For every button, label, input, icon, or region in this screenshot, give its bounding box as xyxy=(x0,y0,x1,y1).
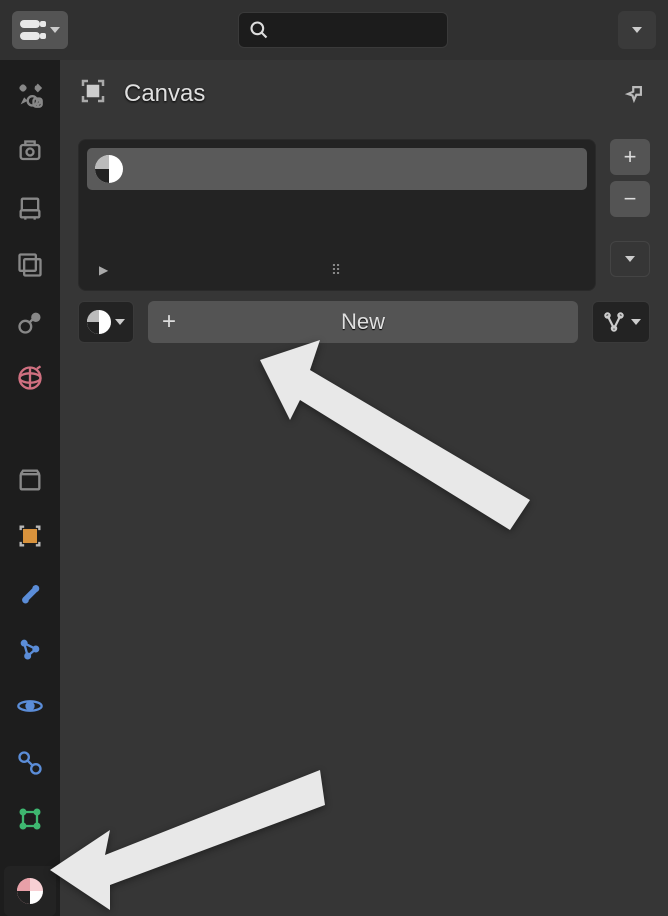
material-browse-dropdown[interactable] xyxy=(78,301,134,343)
material-slot-list[interactable]: ▶ ⠿ xyxy=(78,139,596,291)
viewlayer-tab-icon[interactable] xyxy=(14,250,46,281)
material-panel: Canvas ▶ ⠿ + − xyxy=(60,60,668,916)
new-button-label: New xyxy=(162,309,564,335)
object-tab-icon[interactable] xyxy=(14,521,46,552)
collection-tab-icon[interactable] xyxy=(14,464,46,495)
node-tree-dropdown[interactable] xyxy=(592,301,650,343)
search-wrap xyxy=(76,12,610,48)
output-tab-icon[interactable] xyxy=(14,193,46,224)
properties-tabs xyxy=(0,60,60,916)
world-tab-icon[interactable] xyxy=(14,363,46,394)
slot-specials-dropdown[interactable] xyxy=(610,241,650,277)
panel-title: Canvas xyxy=(124,80,205,108)
topbar xyxy=(0,0,668,60)
remove-slot-button[interactable]: − xyxy=(610,181,650,217)
modifier-tab-icon[interactable] xyxy=(14,578,46,609)
particles-tab-icon[interactable] xyxy=(14,634,46,665)
expand-icon[interactable]: ▶ xyxy=(99,263,108,277)
add-slot-button[interactable]: + xyxy=(610,139,650,175)
editor-type-selector[interactable] xyxy=(12,11,68,49)
search-input[interactable] xyxy=(238,12,448,48)
data-tab-icon[interactable] xyxy=(14,804,46,835)
material-slot[interactable] xyxy=(87,148,587,190)
material-tab-icon[interactable] xyxy=(4,866,56,916)
render-tab-icon[interactable] xyxy=(14,137,46,168)
tool-tab-icon[interactable] xyxy=(14,80,46,111)
canvas-icon xyxy=(78,76,108,111)
scene-tab-icon[interactable] xyxy=(14,306,46,337)
options-dropdown[interactable] xyxy=(618,11,656,49)
grip-icon[interactable]: ⠿ xyxy=(331,262,343,279)
plus-icon: + xyxy=(162,308,176,336)
pin-button[interactable] xyxy=(618,78,650,110)
physics-tab-icon[interactable] xyxy=(14,691,46,722)
new-material-button[interactable]: + New xyxy=(148,301,578,343)
constraints-tab-icon[interactable] xyxy=(14,747,46,778)
